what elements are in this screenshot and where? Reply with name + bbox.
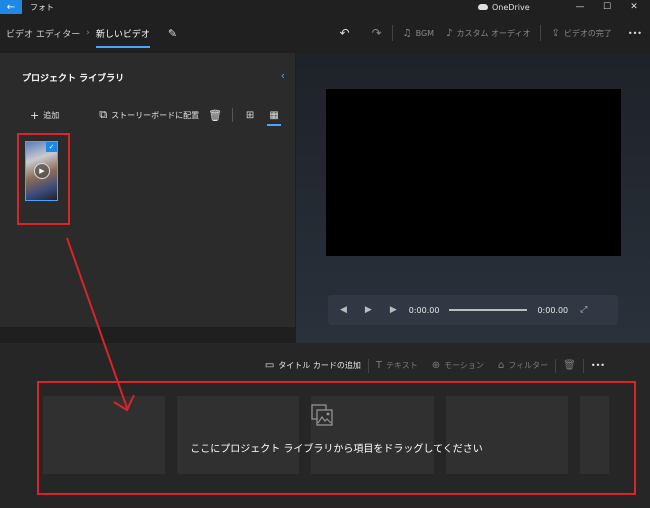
plus-icon: + <box>30 108 40 122</box>
maximize-icon: ☐ <box>602 2 612 12</box>
bgm-button[interactable]: ♫ BGM <box>397 28 440 39</box>
music-note-icon: ♫ <box>402 27 412 39</box>
storyboard-panel: ▭ タイトル カードの追加 T テキスト ⊕ モーション ⌂ フィルター 🗑 ••• こ… <box>0 343 650 508</box>
finish-video-button[interactable]: ⇪ ビデオの完了 <box>545 28 617 39</box>
checkmark-icon[interactable]: ✓ <box>46 142 57 152</box>
minimize-button[interactable]: — <box>567 0 593 14</box>
library-divider <box>232 108 234 122</box>
bgm-label: BGM <box>415 28 435 38</box>
trash-icon: 🗑 <box>208 108 223 122</box>
add-media-button[interactable]: + 追加 <box>30 109 59 122</box>
delete-clip-button[interactable]: 🗑 <box>556 360 583 371</box>
video-play-icon: ▶ <box>34 163 50 179</box>
breadcrumb-current: 新しいビデオ <box>95 27 150 48</box>
storyboard-slot <box>43 396 165 474</box>
video-preview[interactable] <box>326 89 621 256</box>
trash-icon: 🗑 <box>563 360 576 371</box>
motion-label: モーション <box>444 361 484 370</box>
title-card-icon: ▭ <box>264 360 275 371</box>
motion-icon: ⊕ <box>431 360 441 371</box>
storyboard-slot <box>446 396 568 474</box>
playback-controls: ◀ ▶ ▶ 0:00.00 0:00.00 ⤢ <box>328 295 618 325</box>
filter-icon: ⌂ <box>497 360 505 371</box>
minimize-icon: — <box>575 2 585 12</box>
onedrive-status[interactable]: OneDrive <box>478 0 530 14</box>
more-icon: ••• <box>590 361 605 370</box>
storyboard-more-button[interactable]: ••• <box>584 361 612 370</box>
breadcrumb-separator: › <box>86 28 90 38</box>
onedrive-label: OneDrive <box>492 2 530 12</box>
add-title-card-button[interactable]: ▭ タイトル カードの追加 <box>258 360 368 371</box>
close-button[interactable]: ✕ <box>621 0 647 14</box>
previous-frame-icon[interactable]: ◀ <box>340 305 347 315</box>
custom-audio-label: カスタム オーディオ <box>456 28 531 38</box>
rename-pencil-icon[interactable]: ✎ <box>168 27 177 40</box>
motion-button[interactable]: ⊕ モーション <box>425 360 491 371</box>
app-title: フォト <box>30 2 54 12</box>
toolbar-divider <box>391 25 393 41</box>
filter-label: フィルター <box>508 361 549 370</box>
redo-button[interactable]: ↷ <box>366 26 388 40</box>
filter-button[interactable]: ⌂ フィルター <box>491 360 555 371</box>
preview-area: ◀ ▶ ▶ 0:00.00 0:00.00 ⤢ <box>296 53 650 343</box>
add-media-label: 追加 <box>43 110 60 120</box>
back-arrow-icon: ← <box>6 1 16 13</box>
more-icon: ••• <box>627 28 642 38</box>
editor-toolbar: ビデオ エディター › 新しいビデオ ✎ ↶ ↷ ♫ BGM ♪ カスタム オーディ… <box>0 14 650 52</box>
collapse-library-icon[interactable]: ‹ <box>281 69 285 82</box>
storyboard-slot <box>580 396 609 474</box>
audio-icon: ♪ <box>446 27 453 39</box>
text-icon: T <box>375 360 382 371</box>
library-title: プロジェクト ライブラリ <box>22 74 125 84</box>
place-in-storyboard-button[interactable]: ⧉ ストーリーボードに配置 <box>99 108 199 122</box>
text-label: テキスト <box>385 361 418 370</box>
delete-media-button[interactable]: 🗑 <box>208 109 222 122</box>
add-title-card-label: タイトル カードの追加 <box>278 361 361 370</box>
highlighted-media-item: ✓ ▶ <box>17 133 70 225</box>
title-bar: ← フォト OneDrive — ☐ ✕ <box>0 0 650 14</box>
close-icon: ✕ <box>630 2 638 12</box>
large-view-icon[interactable]: ⊞ <box>243 110 257 121</box>
breadcrumb-video-editor[interactable]: ビデオ エディター <box>6 27 80 40</box>
drop-instruction: ここにプロジェクト ライブラリから項目をドラッグしてください <box>190 444 483 455</box>
total-time: 0:00.00 <box>537 305 569 315</box>
toolbar-divider <box>540 25 542 41</box>
text-button[interactable]: T テキスト <box>369 360 425 371</box>
finish-video-label: ビデオの完了 <box>563 28 612 38</box>
toolbar-actions: ↶ ↷ ♫ BGM ♪ カスタム オーディオ ⇪ ビデオの完了 ••• <box>334 14 650 52</box>
redo-icon: ↷ <box>371 26 382 40</box>
current-time: 0:00.00 <box>408 305 440 315</box>
play-button[interactable]: ▶ <box>365 305 372 315</box>
media-thumbnail[interactable]: ✓ ▶ <box>25 141 58 201</box>
storyboard-slot <box>177 396 299 474</box>
storyboard-drop-zone[interactable]: ここにプロジェクト ライブラリから項目をドラッグしてください <box>37 381 636 495</box>
project-library-panel: プロジェクト ライブラリ ‹ + 追加 ⧉ ストーリーボードに配置 🗑 ⊞ ▦ ✓ … <box>0 53 295 327</box>
back-button[interactable]: ← <box>0 0 22 14</box>
export-icon: ⇪ <box>551 27 560 39</box>
library-actions: + 追加 ⧉ ストーリーボードに配置 🗑 ⊞ ▦ <box>30 108 282 126</box>
cloud-icon <box>478 4 488 10</box>
undo-icon: ↶ <box>339 26 350 40</box>
undo-button[interactable]: ↶ <box>334 26 356 40</box>
storyboard-icon: ⧉ <box>99 108 108 121</box>
image-placeholder-icon <box>311 404 333 426</box>
more-options-button[interactable]: ••• <box>618 29 650 38</box>
maximize-button[interactable]: ☐ <box>594 0 620 14</box>
seek-bar[interactable] <box>449 309 528 311</box>
next-frame-icon[interactable]: ▶ <box>390 305 397 315</box>
custom-audio-button[interactable]: ♪ カスタム オーディオ <box>440 28 536 39</box>
place-in-storyboard-label: ストーリーボードに配置 <box>111 110 200 120</box>
expand-icon[interactable]: ⤢ <box>580 305 587 315</box>
small-view-icon[interactable]: ▦ <box>267 110 282 126</box>
